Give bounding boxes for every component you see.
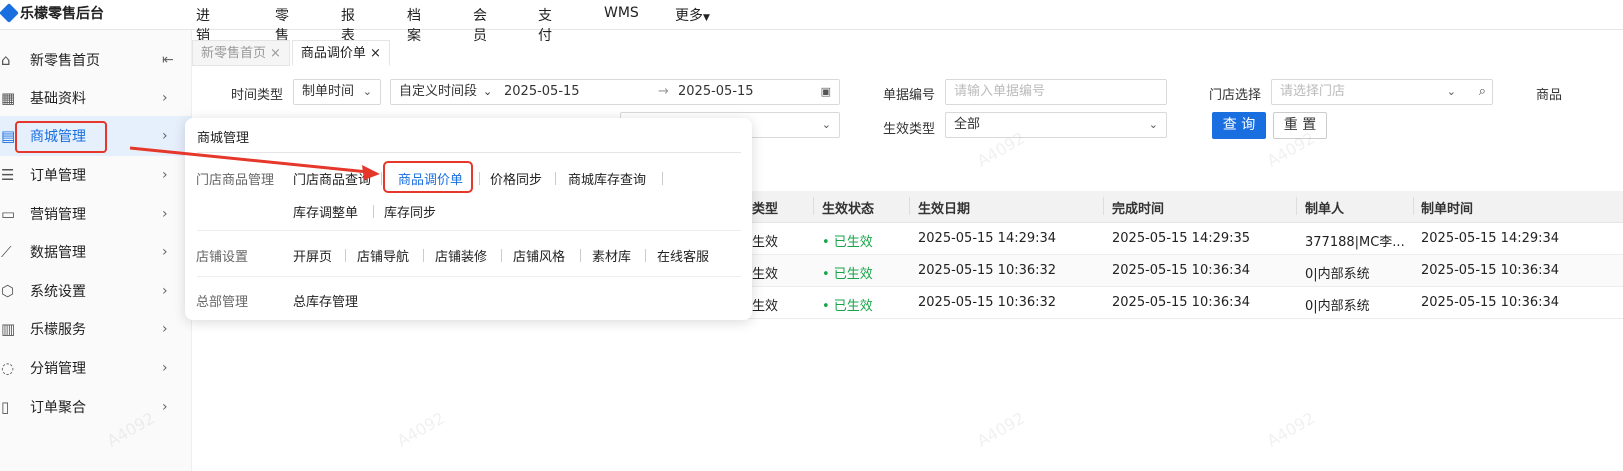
- app-root: 乐檬零售后台 进销存 零售 报表 档案 会员 支付 WMS 更多▼ ⌂ 新零售首…: [0, 0, 1623, 471]
- annotation-arrow-line: [129, 146, 369, 174]
- annotation-arrow: [129, 146, 380, 180]
- annotation-arrow-head: [362, 165, 380, 180]
